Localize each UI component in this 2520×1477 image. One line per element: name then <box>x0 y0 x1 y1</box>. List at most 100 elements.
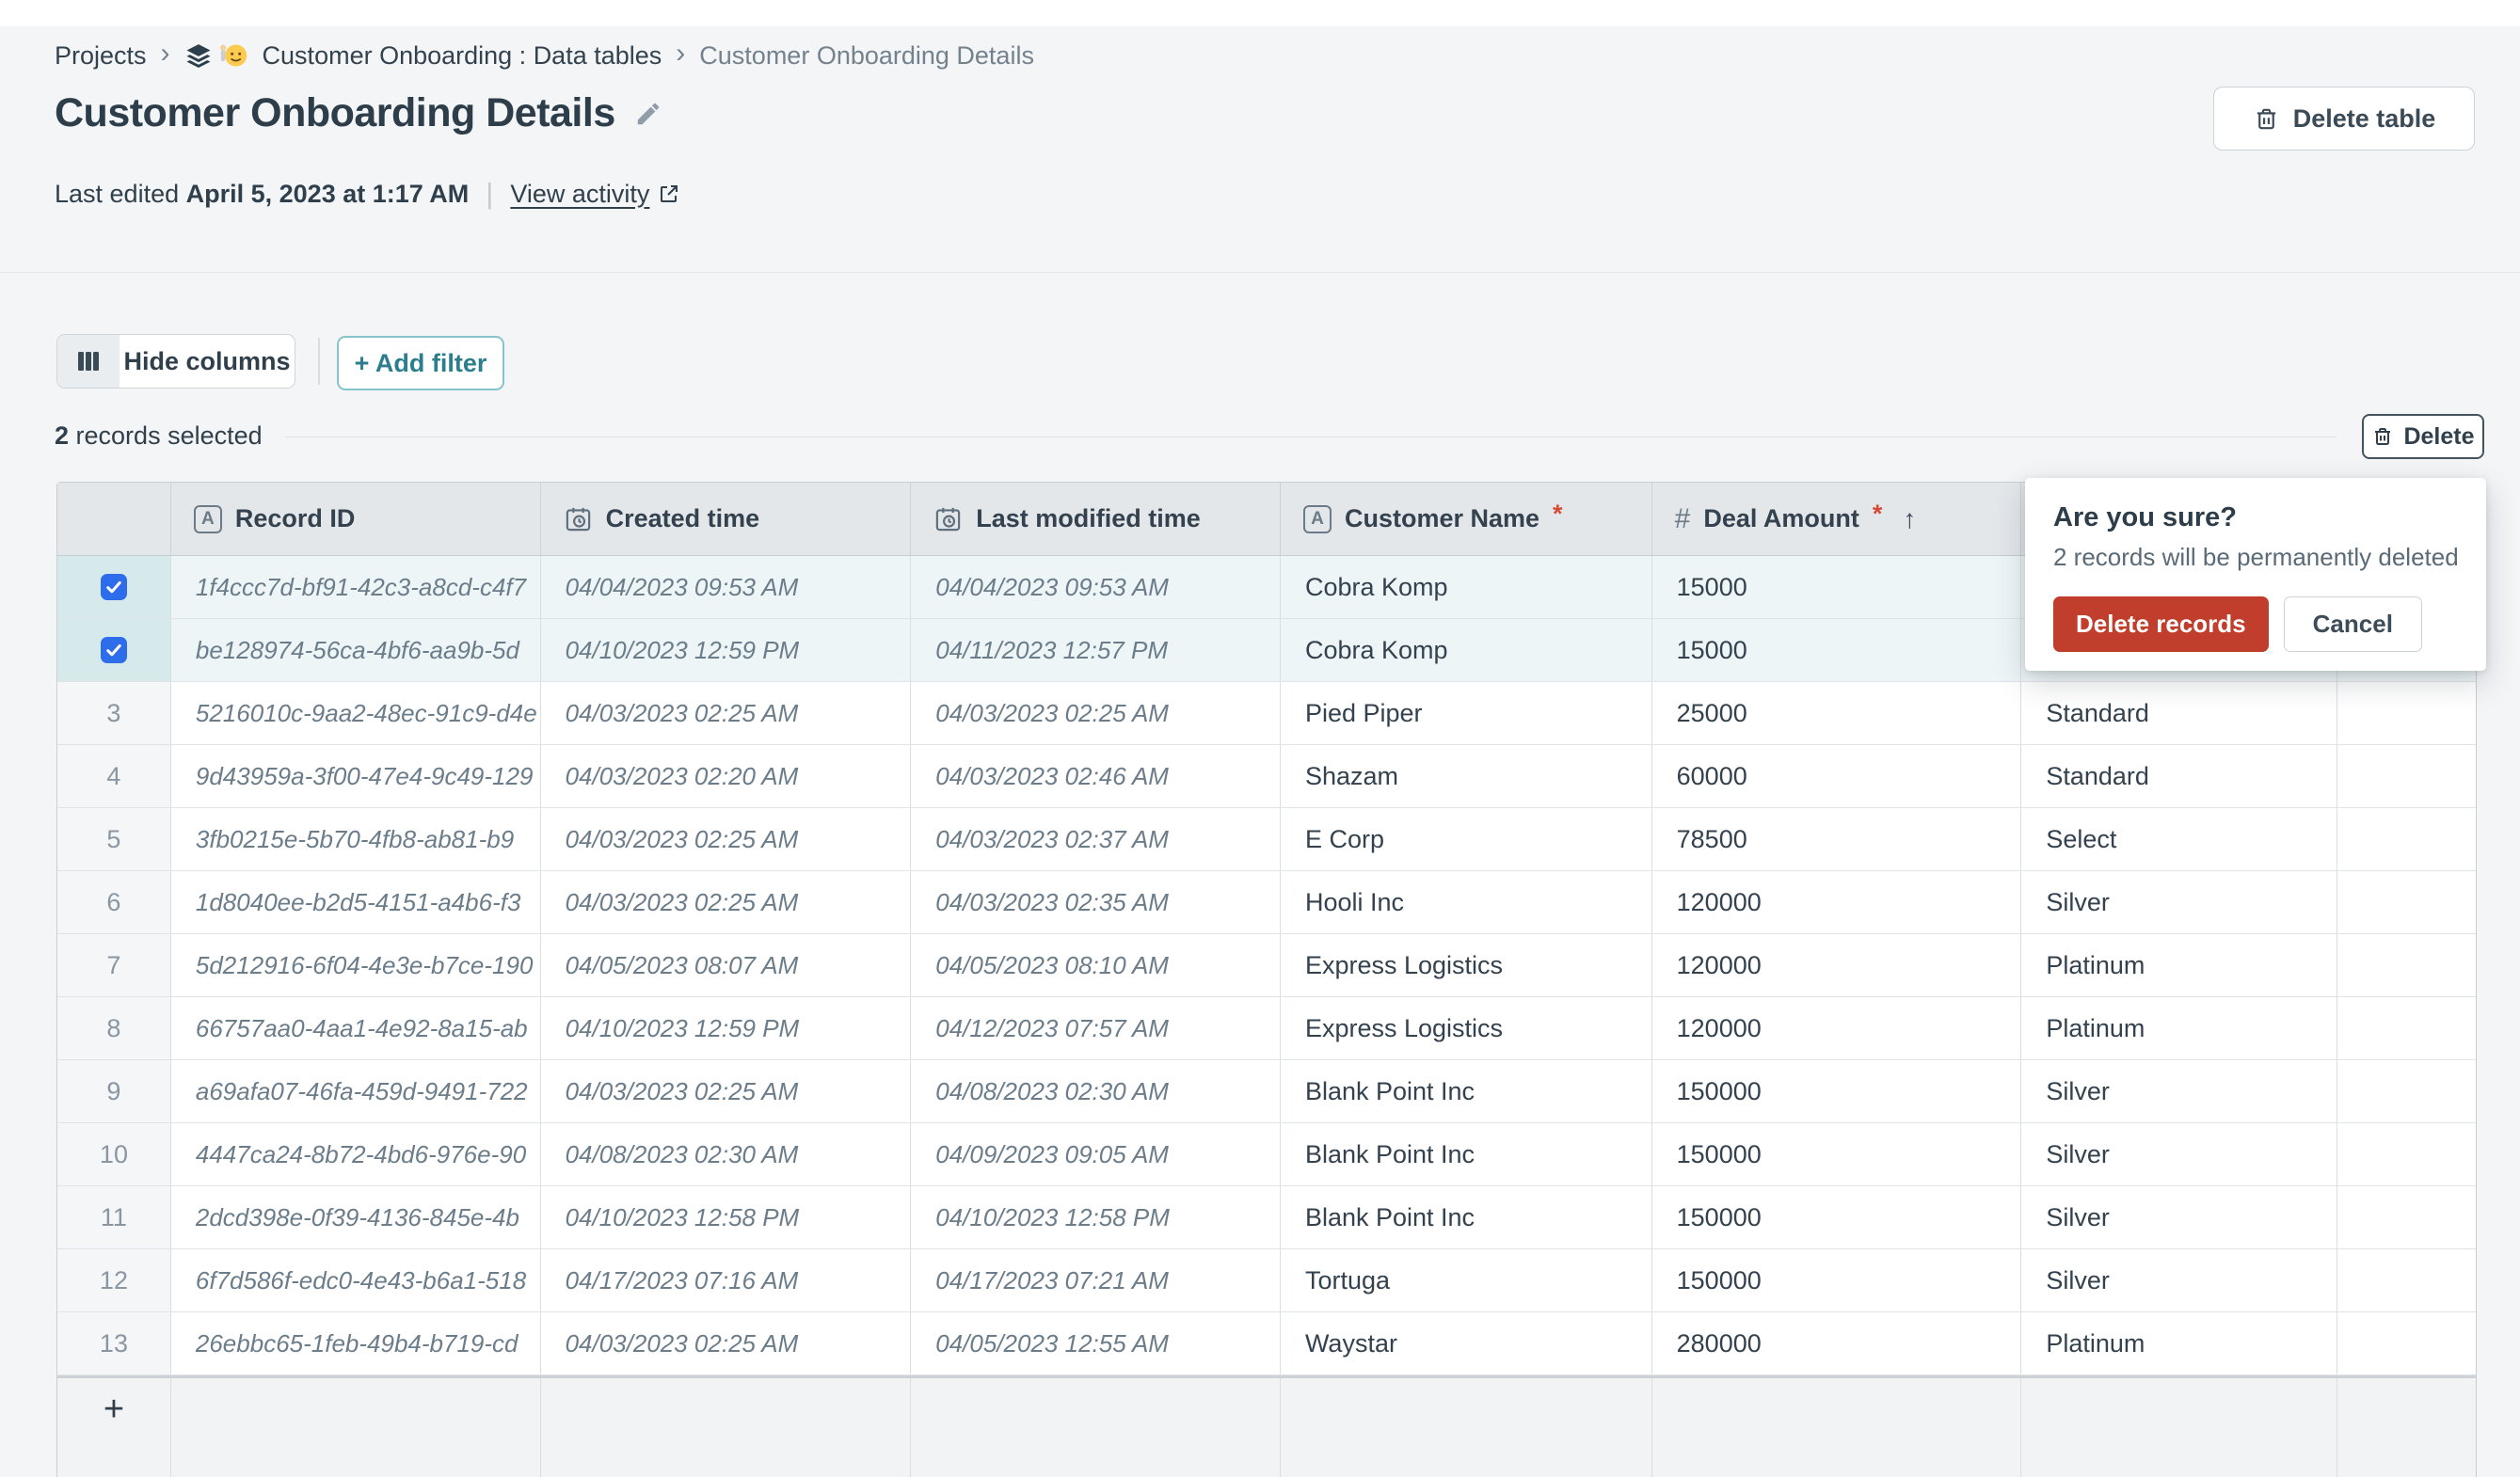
cell-last-modified-time[interactable]: 04/05/2023 12:55 AM <box>911 1312 1281 1374</box>
column-header-record-id[interactable]: ARecord ID <box>171 483 541 555</box>
cell-last-modified-time[interactable]: 04/10/2023 12:58 PM <box>911 1186 1281 1248</box>
cell-last-modified-time[interactable]: 04/04/2023 09:53 AM <box>911 556 1281 618</box>
cell-record-id[interactable]: be128974-56ca-4bf6-aa9b-5d <box>171 619 541 681</box>
row-checkbox-checked[interactable] <box>101 637 127 663</box>
cell-created-time[interactable]: 04/03/2023 02:20 AM <box>541 745 912 807</box>
cell-customer-name[interactable]: Waystar <box>1281 1312 1652 1374</box>
cell-customer-name[interactable]: Shazam <box>1281 745 1652 807</box>
cell-deal-amount[interactable]: 60000 <box>1652 745 2022 807</box>
add-filter-button[interactable]: + Add filter <box>337 336 504 390</box>
cell-last-modified-time[interactable]: 04/03/2023 02:25 AM <box>911 682 1281 744</box>
row-handle-cell[interactable]: 10 <box>57 1123 171 1185</box>
cell-created-time[interactable]: 04/04/2023 09:53 AM <box>541 556 912 618</box>
cell-blank[interactable] <box>2337 1060 2476 1122</box>
cell-plan[interactable]: Silver <box>2021 1186 2337 1248</box>
cell-plan[interactable]: Select <box>2021 808 2337 870</box>
cell-customer-name[interactable]: Pied Piper <box>1281 682 1652 744</box>
hide-columns-button[interactable]: Hide columns <box>56 334 295 389</box>
cell-created-time[interactable]: 04/10/2023 12:59 PM <box>541 619 912 681</box>
cell-record-id[interactable]: 3fb0215e-5b70-4fb8-ab81-b9 <box>171 808 541 870</box>
cell-created-time[interactable]: 04/17/2023 07:16 AM <box>541 1249 912 1311</box>
cell-deal-amount[interactable]: 15000 <box>1652 619 2022 681</box>
cell-deal-amount[interactable]: 150000 <box>1652 1123 2022 1185</box>
column-header-last-modified-time[interactable]: Last modified time <box>911 483 1281 555</box>
column-header-deal-amount[interactable]: #Deal Amount*↑ <box>1652 483 2022 555</box>
cell-record-id[interactable]: 6f7d586f-edc0-4e43-b6a1-518 <box>171 1249 541 1311</box>
cell-deal-amount[interactable]: 120000 <box>1652 871 2022 933</box>
cell-blank[interactable] <box>2337 682 2476 744</box>
row-handle-cell[interactable]: 5 <box>57 808 171 870</box>
cell-blank[interactable] <box>2337 808 2476 870</box>
add-row-button[interactable]: + <box>104 1378 124 1427</box>
cell-plan[interactable]: Platinum <box>2021 997 2337 1059</box>
row-handle-cell[interactable]: 4 <box>57 745 171 807</box>
row-handle-cell[interactable]: 3 <box>57 682 171 744</box>
breadcrumb-projects[interactable]: Projects <box>55 41 147 71</box>
cell-record-id[interactable]: 5216010c-9aa2-48ec-91c9-d4e <box>171 682 541 744</box>
cell-last-modified-time[interactable]: 04/08/2023 02:30 AM <box>911 1060 1281 1122</box>
cell-deal-amount[interactable]: 280000 <box>1652 1312 2022 1374</box>
cell-deal-amount[interactable]: 25000 <box>1652 682 2022 744</box>
cell-customer-name[interactable]: Cobra Komp <box>1281 619 1652 681</box>
cell-blank[interactable] <box>2337 1186 2476 1248</box>
cell-created-time[interactable]: 04/03/2023 02:25 AM <box>541 808 912 870</box>
cell-created-time[interactable]: 04/08/2023 02:30 AM <box>541 1123 912 1185</box>
cell-record-id[interactable]: 1f4ccc7d-bf91-42c3-a8cd-c4f7 <box>171 556 541 618</box>
cell-record-id[interactable]: 66757aa0-4aa1-4e92-8a15-ab <box>171 997 541 1059</box>
delete-table-button[interactable]: Delete table <box>2213 87 2475 151</box>
cell-customer-name[interactable]: Tortuga <box>1281 1249 1652 1311</box>
column-header-created-time[interactable]: Created time <box>541 483 912 555</box>
cell-blank[interactable] <box>2337 997 2476 1059</box>
cell-blank[interactable] <box>2337 871 2476 933</box>
cell-plan[interactable]: Silver <box>2021 871 2337 933</box>
row-handle-cell[interactable]: 8 <box>57 997 171 1059</box>
cell-last-modified-time[interactable]: 04/11/2023 12:57 PM <box>911 619 1281 681</box>
cell-blank[interactable] <box>2337 745 2476 807</box>
cell-last-modified-time[interactable]: 04/05/2023 08:10 AM <box>911 934 1281 996</box>
cell-record-id[interactable]: 26ebbc65-1feb-49b4-b719-cd <box>171 1312 541 1374</box>
cell-customer-name[interactable]: Express Logistics <box>1281 997 1652 1059</box>
cell-customer-name[interactable]: Blank Point Inc <box>1281 1060 1652 1122</box>
cell-deal-amount[interactable]: 78500 <box>1652 808 2022 870</box>
cell-customer-name[interactable]: Cobra Komp <box>1281 556 1652 618</box>
cell-created-time[interactable]: 04/10/2023 12:59 PM <box>541 997 912 1059</box>
cell-last-modified-time[interactable]: 04/17/2023 07:21 AM <box>911 1249 1281 1311</box>
cell-plan[interactable]: Silver <box>2021 1060 2337 1122</box>
cell-last-modified-time[interactable]: 04/12/2023 07:57 AM <box>911 997 1281 1059</box>
cell-created-time[interactable]: 04/03/2023 02:25 AM <box>541 1312 912 1374</box>
cell-plan[interactable]: Silver <box>2021 1249 2337 1311</box>
delete-records-button[interactable]: Delete records <box>2053 596 2269 652</box>
cell-blank[interactable] <box>2337 934 2476 996</box>
row-handle-cell[interactable]: 9 <box>57 1060 171 1122</box>
cell-plan[interactable]: Standard <box>2021 682 2337 744</box>
cell-record-id[interactable]: 1d8040ee-b2d5-4151-a4b6-f3 <box>171 871 541 933</box>
cell-plan[interactable]: Platinum <box>2021 934 2337 996</box>
row-handle-cell[interactable]: 11 <box>57 1186 171 1248</box>
cell-created-time[interactable]: 04/03/2023 02:25 AM <box>541 682 912 744</box>
cell-deal-amount[interactable]: 120000 <box>1652 997 2022 1059</box>
cell-created-time[interactable]: 04/03/2023 02:25 AM <box>541 1060 912 1122</box>
cell-record-id[interactable]: 2dcd398e-0f39-4136-845e-4b <box>171 1186 541 1248</box>
add-row-cell[interactable]: + <box>57 1378 171 1477</box>
cell-blank[interactable] <box>2337 1123 2476 1185</box>
cell-blank[interactable] <box>2337 1249 2476 1311</box>
row-handle-cell[interactable] <box>57 556 171 618</box>
sort-ascending-icon[interactable]: ↑ <box>1903 504 1916 534</box>
cell-customer-name[interactable]: Blank Point Inc <box>1281 1186 1652 1248</box>
cell-customer-name[interactable]: E Corp <box>1281 808 1652 870</box>
cell-customer-name[interactable]: Hooli Inc <box>1281 871 1652 933</box>
cell-created-time[interactable]: 04/03/2023 02:25 AM <box>541 871 912 933</box>
cell-deal-amount[interactable]: 150000 <box>1652 1249 2022 1311</box>
cell-deal-amount[interactable]: 120000 <box>1652 934 2022 996</box>
view-activity-link[interactable]: View activity <box>510 180 680 209</box>
row-handle-cell[interactable]: 12 <box>57 1249 171 1311</box>
cell-customer-name[interactable]: Blank Point Inc <box>1281 1123 1652 1185</box>
cell-record-id[interactable]: 4447ca24-8b72-4bd6-976e-90 <box>171 1123 541 1185</box>
row-handle-cell[interactable]: 13 <box>57 1312 171 1374</box>
breadcrumb-workspace[interactable]: Customer Onboarding : Data tables <box>263 41 662 71</box>
cell-created-time[interactable]: 04/05/2023 08:07 AM <box>541 934 912 996</box>
cell-blank[interactable] <box>2337 1312 2476 1374</box>
cell-record-id[interactable]: 5d212916-6f04-4e3e-b7ce-190 <box>171 934 541 996</box>
cell-deal-amount[interactable]: 150000 <box>1652 1186 2022 1248</box>
cell-plan[interactable]: Platinum <box>2021 1312 2337 1374</box>
